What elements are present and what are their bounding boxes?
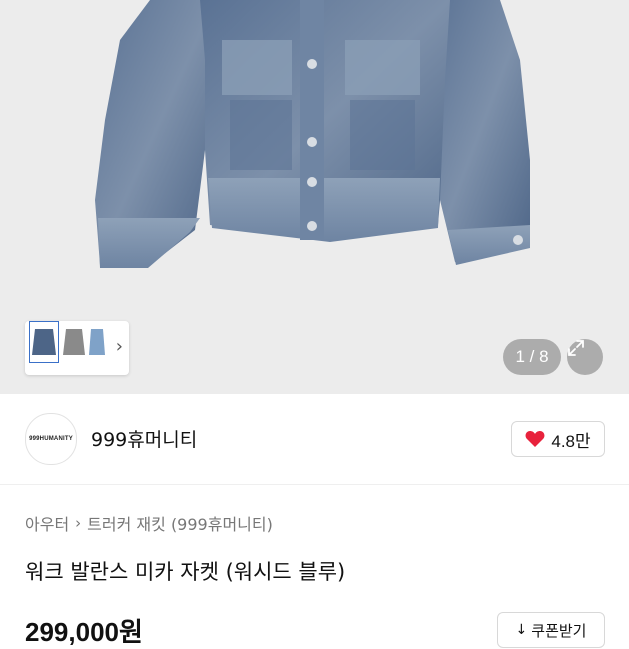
image-counter: 1 / 8: [503, 339, 561, 375]
breadcrumb-subcategory[interactable]: 트러커 재킷 (999휴머니티): [87, 511, 273, 535]
product-price: 299,000원: [25, 617, 143, 647]
jacket-light-thumb[interactable]: [87, 321, 107, 363]
chevron-right-icon: ›: [75, 514, 82, 532]
coupon-label: 쿠폰받기: [531, 621, 587, 640]
product-image-gallery[interactable]: › 1 / 8: [0, 0, 629, 394]
brand-logo[interactable]: 999HUMANITY: [25, 413, 77, 465]
like-count: 4.8만: [551, 431, 591, 451]
jacket-front-thumb[interactable]: [29, 321, 59, 363]
like-button[interactable]: 4.8만: [511, 421, 605, 457]
divider: [0, 484, 629, 485]
product-title: 워크 발란스 미카 자켓 (워시드 블루): [25, 560, 346, 584]
expand-icon[interactable]: [567, 339, 603, 375]
download-icon: ↓: [515, 622, 528, 638]
thumbnail-strip[interactable]: ›: [25, 321, 129, 375]
chevron-right-icon[interactable]: ›: [116, 336, 123, 357]
brand-name[interactable]: 999휴머니티: [91, 425, 197, 452]
breadcrumb-category[interactable]: 아우터: [25, 511, 69, 535]
jacket-gray-thumb[interactable]: [61, 321, 87, 363]
coupon-button[interactable]: ↓ 쿠폰받기: [497, 612, 605, 648]
breadcrumb: 아우터 › 트러커 재킷 (999휴머니티): [25, 511, 273, 535]
heart-icon: [525, 431, 545, 447]
